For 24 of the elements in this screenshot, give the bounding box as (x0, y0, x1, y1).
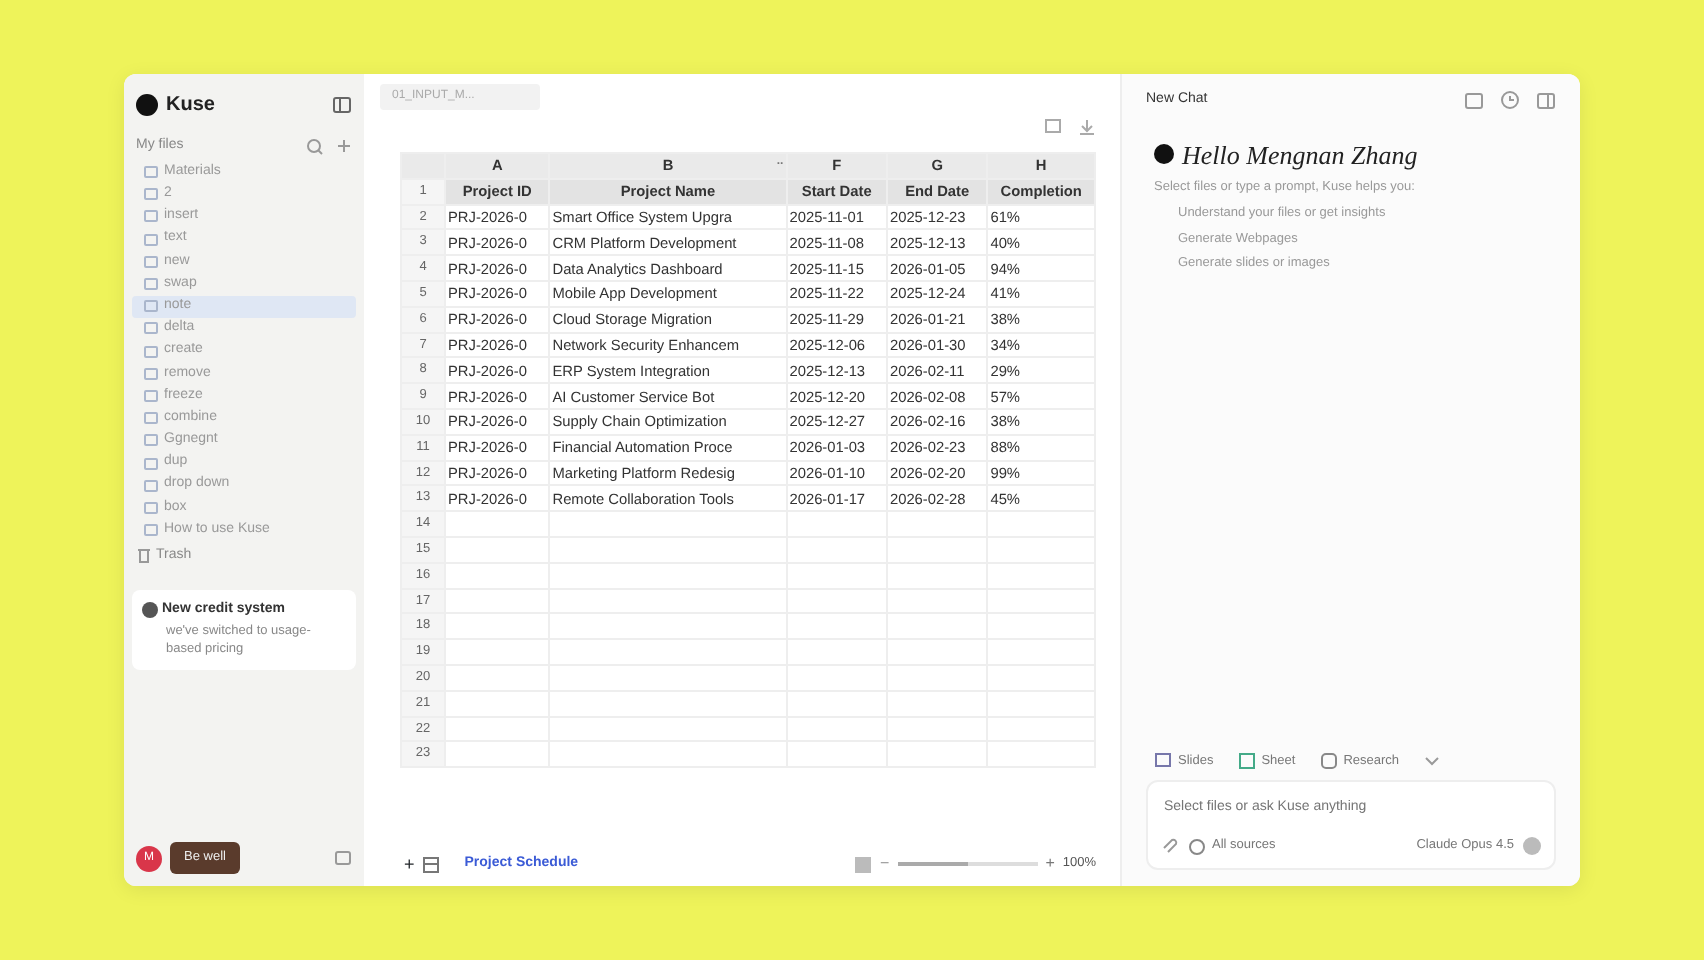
sidebar-toggle-icon[interactable] (332, 96, 352, 114)
greeting: Hello Mengnan Zhang (1182, 137, 1418, 174)
add-icon[interactable] (336, 138, 352, 155)
chat-icon[interactable] (334, 850, 352, 867)
search-icon[interactable] (306, 137, 324, 156)
zoom-out-button[interactable]: − (880, 852, 890, 877)
zoom-slider[interactable] (897, 862, 1038, 867)
sheet-list-icon[interactable] (422, 855, 441, 874)
send-icon[interactable] (1522, 836, 1542, 856)
chip-icon (1154, 752, 1172, 771)
history-icon[interactable] (1500, 90, 1520, 111)
attach-icon[interactable] (1160, 836, 1180, 856)
panel-icon[interactable] (1536, 91, 1556, 110)
chevron-icon[interactable] (1423, 756, 1440, 767)
zoom-in-button[interactable]: + (1045, 852, 1055, 877)
chip-icon (1237, 752, 1256, 771)
globe-icon (1188, 837, 1206, 855)
brand-name: Kuse (166, 92, 215, 120)
logo-icon (136, 94, 158, 116)
trash-icon (136, 546, 152, 565)
kuse-logo-icon (1154, 144, 1174, 165)
download-icon[interactable] (1078, 118, 1096, 136)
chip-icon (1319, 752, 1338, 771)
add-sheet-button[interactable]: + (404, 851, 415, 878)
